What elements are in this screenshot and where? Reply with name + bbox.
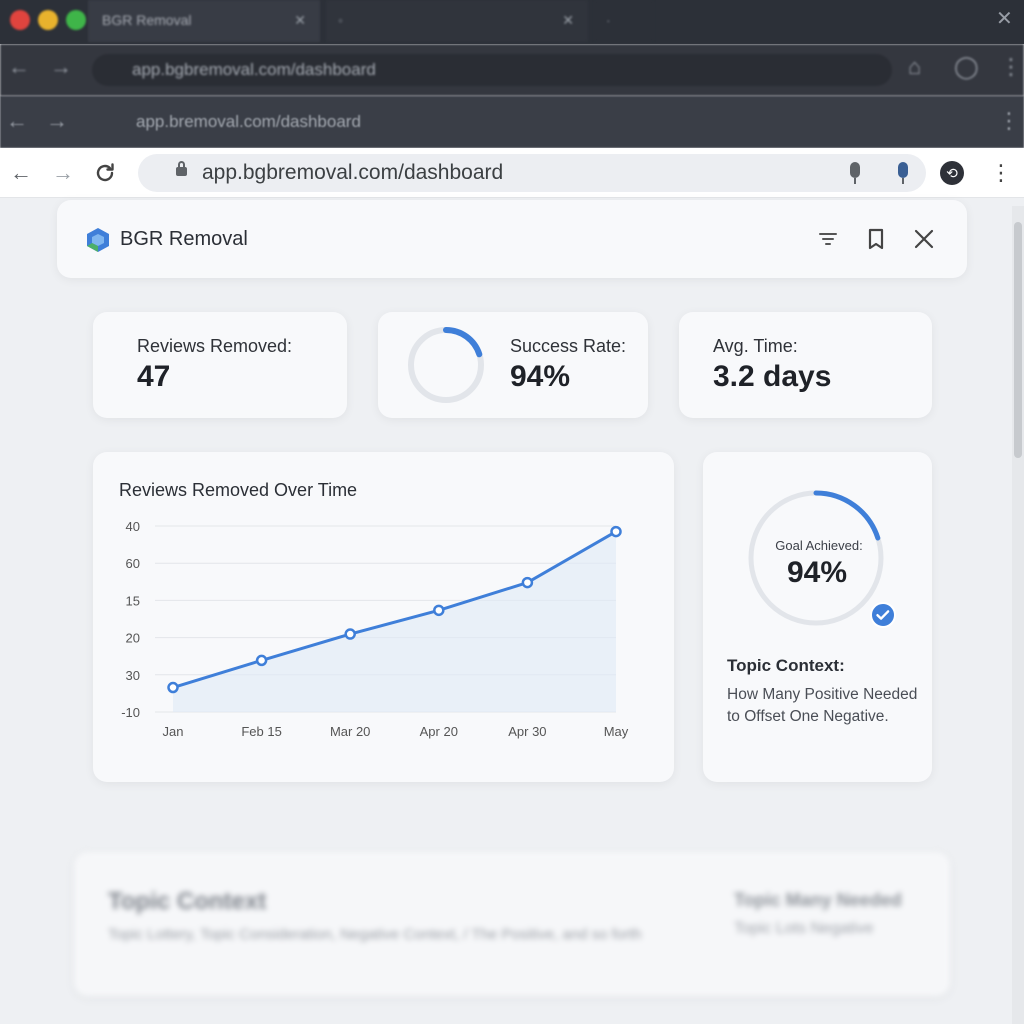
data-point xyxy=(521,576,534,589)
extension-icon[interactable]: ◯ xyxy=(954,54,979,80)
footer-text: Topic Lottery, Topic Consideration, Nega… xyxy=(108,926,642,943)
data-point xyxy=(610,525,622,538)
url-text: app.bgbremoval.com/dashboard xyxy=(202,161,504,184)
y-tick-label: 40 xyxy=(126,519,140,534)
voice-search-icon[interactable] xyxy=(898,162,908,184)
browser-toolbar-blurred: ← → app.bgbremoval.com/dashboard ⌂ ◯ ⋮ xyxy=(0,44,1024,96)
data-point xyxy=(255,654,268,667)
browser-toolbar: ← → app.bgbremoval.com/dashboard ⟲ ⋮ xyxy=(0,148,1024,198)
stat-label: Avg. Time: xyxy=(713,336,798,356)
minimize-window-dot[interactable] xyxy=(38,10,58,30)
forward-arrow-icon[interactable]: → xyxy=(48,158,78,188)
line-chart: 40 60 15 20 30 -10 Jan Feb 15 Mar 20 Apr 20 Apr 30… xyxy=(121,519,629,739)
url-text: app.bgbremoval.com/dashboard xyxy=(132,60,376,79)
x-tick-label: May xyxy=(604,724,629,739)
x-tick-label: Jan xyxy=(163,724,184,739)
app-title: BGR Removal xyxy=(120,228,248,250)
goal-card: Goal Achieved: 94% Topic Context: How Ma… xyxy=(703,452,932,782)
menu-kebab-icon[interactable]: ⋮ xyxy=(990,158,1012,188)
close-window-icon[interactable]: ✕ xyxy=(996,6,1013,31)
y-tick-label: 30 xyxy=(126,668,140,683)
lock-icon xyxy=(176,161,187,176)
x-tick-label: Apr 30 xyxy=(508,724,546,739)
y-tick-label: 60 xyxy=(126,556,140,571)
address-bar-blurred[interactable]: app.bremoval.com/dashboard xyxy=(96,106,976,138)
goal-label: Goal Achieved: xyxy=(775,538,863,553)
x-tick-label: Mar 20 xyxy=(330,724,370,739)
tab-favicon-icon: ◦ xyxy=(338,12,343,28)
mic-icon[interactable] xyxy=(850,162,860,184)
logo-icon xyxy=(87,228,109,252)
footer-title: Topic Context xyxy=(108,888,267,915)
back-arrow-icon[interactable]: ← xyxy=(6,108,28,134)
maximize-window-dot[interactable] xyxy=(66,10,86,30)
address-bar[interactable]: app.bgbremoval.com/dashboard xyxy=(138,154,926,192)
browser-tab-active[interactable]: BGR Removal ✕ xyxy=(88,0,320,42)
scrollbar-thumb[interactable] xyxy=(1014,222,1022,458)
tab-title: BGR Removal xyxy=(102,12,192,28)
close-icon[interactable] xyxy=(911,226,937,252)
footer-right-title: Topic Many Needed xyxy=(734,890,902,910)
app-header: BGR Removal xyxy=(57,200,967,278)
success-rate-ring xyxy=(408,327,484,403)
stat-label: Reviews Removed: xyxy=(137,336,293,356)
browser-tab-strip: BGR Removal ✕ ◦ ✕ · ✕ xyxy=(0,0,1024,44)
data-point xyxy=(167,681,179,694)
y-tick-label: 15 xyxy=(126,593,140,608)
bookmark-icon[interactable] xyxy=(863,226,889,252)
browser-tab-3[interactable]: · xyxy=(594,0,654,42)
reload-icon[interactable] xyxy=(90,158,120,188)
x-tick-label: Feb 15 xyxy=(241,724,281,739)
browser-tab-2[interactable]: ◦ ✕ xyxy=(326,0,588,42)
browser-toolbar-blurred-2: ← → app.bremoval.com/dashboard ⋮ xyxy=(0,96,1024,148)
chart-card: Reviews Removed Over Time 40 60 15 20 30 -10 J… xyxy=(93,452,674,782)
stat-label: Success Rate: xyxy=(510,336,627,356)
back-arrow-icon[interactable]: ← xyxy=(8,54,30,80)
x-tick-label: Apr 20 xyxy=(420,724,458,739)
blurred-footer-card: Topic Context Topic Lottery, Topic Consi… xyxy=(74,852,950,996)
url-text: app.bremoval.com/dashboard xyxy=(136,112,361,131)
menu-kebab-icon[interactable]: ⋮ xyxy=(1000,54,1022,80)
home-icon[interactable]: ⌂ xyxy=(908,54,921,80)
menu-kebab-icon[interactable]: ⋮ xyxy=(998,108,1020,134)
close-window-dot[interactable] xyxy=(10,10,30,30)
forward-arrow-icon[interactable]: → xyxy=(46,108,68,134)
y-tick-label: -10 xyxy=(121,705,140,720)
tab-favicon-icon: · xyxy=(606,12,611,28)
stat-value: 94% xyxy=(510,360,571,393)
stat-card-success-rate: Success Rate: 94% xyxy=(378,312,648,418)
data-point xyxy=(433,604,445,617)
data-point xyxy=(344,628,356,640)
stat-card-avg-time: Avg. Time: 3.2 days xyxy=(679,312,932,418)
topic-context-text: How Many Positive Needed to Offset One N… xyxy=(727,686,918,725)
y-tick-label: 20 xyxy=(126,631,140,646)
check-badge-icon xyxy=(870,602,896,628)
back-arrow-icon[interactable]: ← xyxy=(6,158,36,188)
stat-value: 3.2 days xyxy=(713,360,832,393)
stat-card-reviews-removed: Reviews Removed: 47 xyxy=(93,312,347,418)
footer-right-text: Topic Lots Negative xyxy=(734,920,874,937)
close-tab-icon[interactable]: ✕ xyxy=(562,0,574,40)
address-bar-blurred[interactable]: app.bgbremoval.com/dashboard xyxy=(92,54,892,86)
filter-icon[interactable] xyxy=(815,226,841,252)
goal-value: 94% xyxy=(786,556,848,589)
topic-context-title: Topic Context: xyxy=(727,656,845,675)
stat-value: 47 xyxy=(137,360,171,393)
forward-arrow-icon[interactable]: → xyxy=(50,54,72,80)
extension-icon[interactable]: ⟲ xyxy=(940,161,964,185)
close-tab-icon[interactable]: ✕ xyxy=(294,0,306,40)
